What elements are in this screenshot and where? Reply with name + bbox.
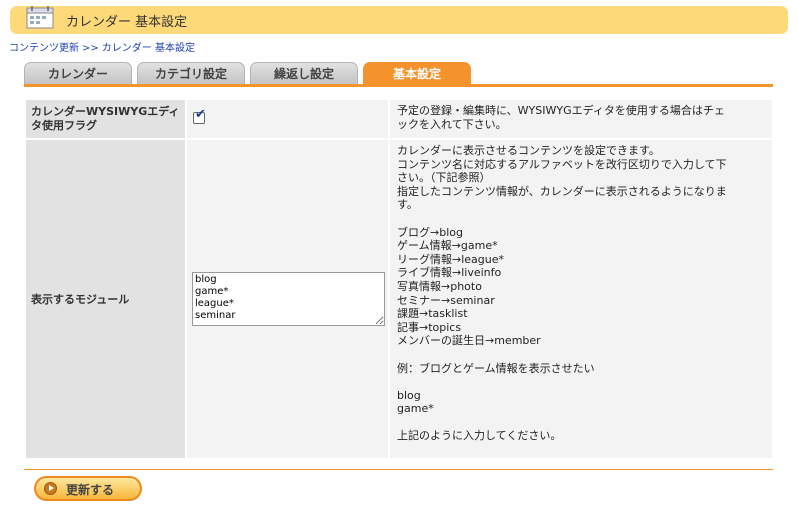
settings-row-wysiwyg: カレンダーWYSIWYGエディ タ使用フラグ ✔ 予定の登録・編集時に、WYSI… [26,100,772,138]
wysiwyg-description: 予定の登録・編集時に、WYSIWYGエディタを使用する場合はチェ ックを入れて下… [390,100,772,138]
description-line: game* [397,402,434,416]
description-line: 例：ブログとゲーム情報を表示させたい [397,361,595,375]
breadcrumb-link-calendar-settings[interactable]: カレンダー 基本設定 [102,43,195,54]
wysiwyg-label-line: タ使用フラグ [31,119,97,132]
modules-input-cell: blog game* league* seminar [187,140,388,458]
description-line: 上記のように入力してください。 [397,429,562,443]
breadcrumb: コンテンツ更新 >> カレンダー 基本設定 [9,39,195,54]
description-line: 課題→tasklist [397,307,468,321]
description-line: 記事→topics [397,320,462,334]
description-line: ックを入れて下さい。 [397,117,507,131]
modules-label-cell: 表示するモジュール [26,140,185,458]
page-title: カレンダー 基本設定 [66,15,188,30]
description-line [397,416,762,430]
update-button-label: 更新する [66,483,115,497]
bottom-divider [24,469,773,470]
page-header: カレンダー 基本設定 [10,6,788,34]
description-line [397,348,762,362]
description-line: カレンダーに表示させるコンテンツを設定できます。 [397,144,660,157]
description-line: セミナー→seminar [397,293,495,307]
description-line: ブログ→blog [397,225,463,239]
description-line: 予定の登録・編集時に、WYSIWYGエディタを使用する場合はチェ [397,104,725,117]
wysiwyg-input-cell: ✔ [187,100,388,138]
checkmark-icon: ✔ [195,107,206,122]
calendar-icon [26,6,54,29]
description-line: blog [397,388,421,402]
update-button[interactable]: 更新する [34,476,142,501]
tab-calendar[interactable]: カレンダー [24,62,132,84]
arrow-right-icon [44,482,57,495]
description-line: 写真情報→photo [397,279,482,293]
settings-row-modules: 表示するモジュール blog game* league* seminar カレン… [26,140,772,458]
description-line: メンバーの誕生日→member [397,334,541,348]
modules-label: 表示するモジュール [31,293,130,306]
breadcrumb-link-contents[interactable]: コンテンツ更新 [9,43,79,54]
tab-basic-settings[interactable]: 基本設定 [363,62,471,84]
description-line: す。 [397,198,418,212]
description-line: ゲーム情報→game* [397,239,498,253]
description-line: リーグ情報→league* [397,252,505,266]
description-line [397,212,762,226]
modules-description: カレンダーに表示させるコンテンツを設定できます。 コンテンツ名に対応するアルファベ… [390,140,772,458]
modules-textarea[interactable]: blog game* league* seminar [192,272,385,326]
tab-category-settings[interactable]: カテゴリ設定 [137,62,245,84]
tab-repeat-settings[interactable]: 繰返し設定 [250,62,358,84]
description-line: コンテンツ名に対応するアルファベットを改行区切りで入力して下 [397,157,727,171]
description-line: さい。（下記参照） [397,171,491,185]
breadcrumb-separator: >> [82,43,99,54]
wysiwyg-label-line: カレンダーWYSIWYGエディ [31,105,180,118]
description-line: ライブ情報→liveinfo [397,266,502,280]
tab-underline [24,84,773,87]
description-line: 指定したコンテンツ情報が、カレンダーに表示されるようになりま [397,184,727,198]
wysiwyg-checkbox[interactable]: ✔ [193,108,206,124]
description-line [397,375,762,389]
wysiwyg-label: カレンダーWYSIWYGエディ タ使用フラグ [26,100,185,138]
